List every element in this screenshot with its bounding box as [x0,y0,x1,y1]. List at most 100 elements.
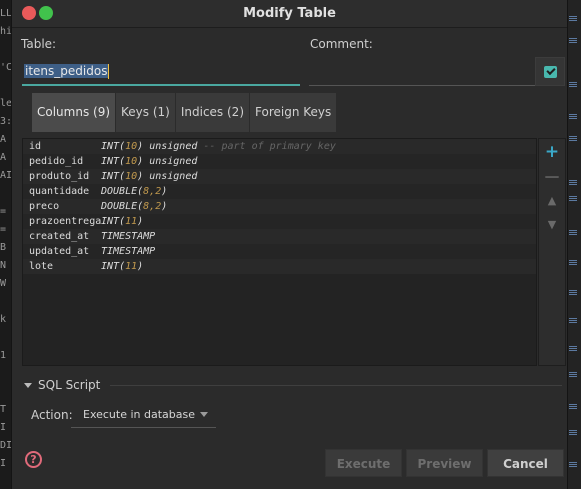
column-type: INT(11) [101,261,144,272]
dialog-title: Modify Table [243,6,336,21]
background-code-fragment: W [0,278,7,289]
column-type-name: TIMESTAMP [101,231,156,242]
minimap-marker [569,38,577,43]
minimap-marker [569,462,577,467]
apply-comment-button[interactable] [535,57,565,86]
minimap-marker [569,318,577,323]
background-code-fragment: 1 [0,350,7,361]
background-code-fragment: = [0,224,7,235]
column-name: updated_at [29,246,90,257]
column-type-name: INT [101,156,120,167]
title-bar: Modify Table [12,0,567,28]
background-code-fragment: I [0,458,7,469]
help-icon[interactable]: ? [25,451,42,468]
column-type-extra: unsigned [149,171,198,182]
add-column-button[interactable]: + [539,144,565,161]
minimap-marker [569,196,577,201]
minimap-marker [569,16,577,21]
table-row[interactable]: id INT(10) unsigned -- part of primary ke… [23,139,536,154]
action-select[interactable]: Execute in database [71,401,216,428]
background-code-fragment: N [0,260,7,271]
table-name-input[interactable]: itens_pedidos [22,59,300,86]
table-name-value: itens_pedidos [24,64,110,79]
column-type-name: INT [101,141,120,152]
checkbox-check-icon [544,66,557,78]
column-name: lote [29,261,54,272]
cancel-button[interactable]: Cancel [487,449,564,477]
column-type-extra: unsigned [149,141,198,152]
column-type-name: INT [101,261,120,272]
table-row[interactable]: lote INT(11) [23,259,536,274]
column-type: TIMESTAMP [101,231,155,242]
background-code-fragment: = [0,206,7,217]
column-type: INT(10) unsigned [101,171,198,182]
minimap-marker [569,136,577,141]
background-code-fragment: T [0,404,7,415]
column-comment: -- part of primary key [203,141,336,152]
column-name: id [29,141,42,152]
chevron-down-icon [200,412,208,417]
column-type: INT(11) [101,216,144,227]
tab-foreign-keys[interactable]: Foreign Keys [250,93,338,132]
columns-grid[interactable]: id INT(10) unsigned -- part of primary ke… [22,138,537,366]
column-type: INT(10) unsigned -- part of primary key [101,141,336,152]
background-code-fragment: A [0,152,7,163]
table-row[interactable]: preco DOUBLE(8,2) [23,199,536,214]
minimap-marker [569,114,577,119]
tab-indices[interactable]: Indices (2) [175,93,250,132]
column-type-args: 8,2 [143,201,162,212]
execute-button[interactable]: Execute [325,449,402,477]
comment-input[interactable] [309,59,535,86]
column-type: TIMESTAMP [101,246,155,257]
column-type-args: 11 [125,261,138,272]
column-type: INT(10) unsigned [101,156,198,167]
column-type-args: 8,2 [143,186,162,197]
table-row[interactable]: created_at TIMESTAMP [23,229,536,244]
minimap-marker [569,372,577,377]
column-type-name: INT [101,171,120,182]
sql-script-label: SQL Script [38,378,101,392]
minimap-marker [569,404,577,409]
table-label: Table: [21,37,57,51]
column-type-args: 10 [125,141,138,152]
action-label: Action: [31,408,73,422]
move-down-button[interactable]: ▼ [539,217,565,233]
column-type: DOUBLE(8,2) [101,201,168,212]
comment-label: Comment: [310,37,373,51]
column-name: produto_id [29,171,90,182]
minimap-marker [569,290,577,295]
table-row[interactable]: prazoentrega INT(11) [23,214,536,229]
move-up-button[interactable]: ▲ [539,193,565,209]
column-type-args: 10 [125,156,138,167]
column-name: preco [29,201,60,212]
column-type-extra: unsigned [149,156,198,167]
minimap-marker [569,346,577,351]
table-row[interactable]: updated_at TIMESTAMP [23,244,536,259]
tab-bar: Columns (9) Keys (1) Indices (2) Foreign… [32,93,338,132]
column-type-name: DOUBLE [101,201,138,212]
background-code-fragment: I [0,422,7,433]
table-row[interactable]: produto_id INT(10) unsigned [23,169,536,184]
modify-table-dialog: Modify Table Table: Comment: itens_pedid… [11,0,568,489]
column-name: created_at [29,231,90,242]
chevron-down-icon [24,383,32,388]
column-tools: + — ▲ ▼ [538,138,566,366]
column-type: DOUBLE(8,2) [101,186,168,197]
table-row[interactable]: pedido_id INT(10) unsigned [23,154,536,169]
column-type-name: DOUBLE [101,186,138,197]
table-row[interactable]: quantidade DOUBLE(8,2) [23,184,536,199]
background-code-fragment: k [0,314,7,325]
background-code-fragment: B [0,242,7,253]
columns-panel: id INT(10) unsigned -- part of primary ke… [22,132,568,366]
column-name: pedido_id [29,156,84,167]
tab-columns[interactable]: Columns (9) [32,93,117,132]
background-code-fragment: A [0,134,7,145]
remove-column-button[interactable]: — [539,168,565,184]
preview-button[interactable]: Preview [406,449,483,477]
section-divider [110,385,562,386]
minimap-marker [569,82,577,87]
tab-keys[interactable]: Keys (1) [116,93,176,132]
minimap-marker [569,430,577,435]
sql-script-toggle[interactable]: SQL Script [24,378,100,392]
minimap-marker [569,180,577,185]
